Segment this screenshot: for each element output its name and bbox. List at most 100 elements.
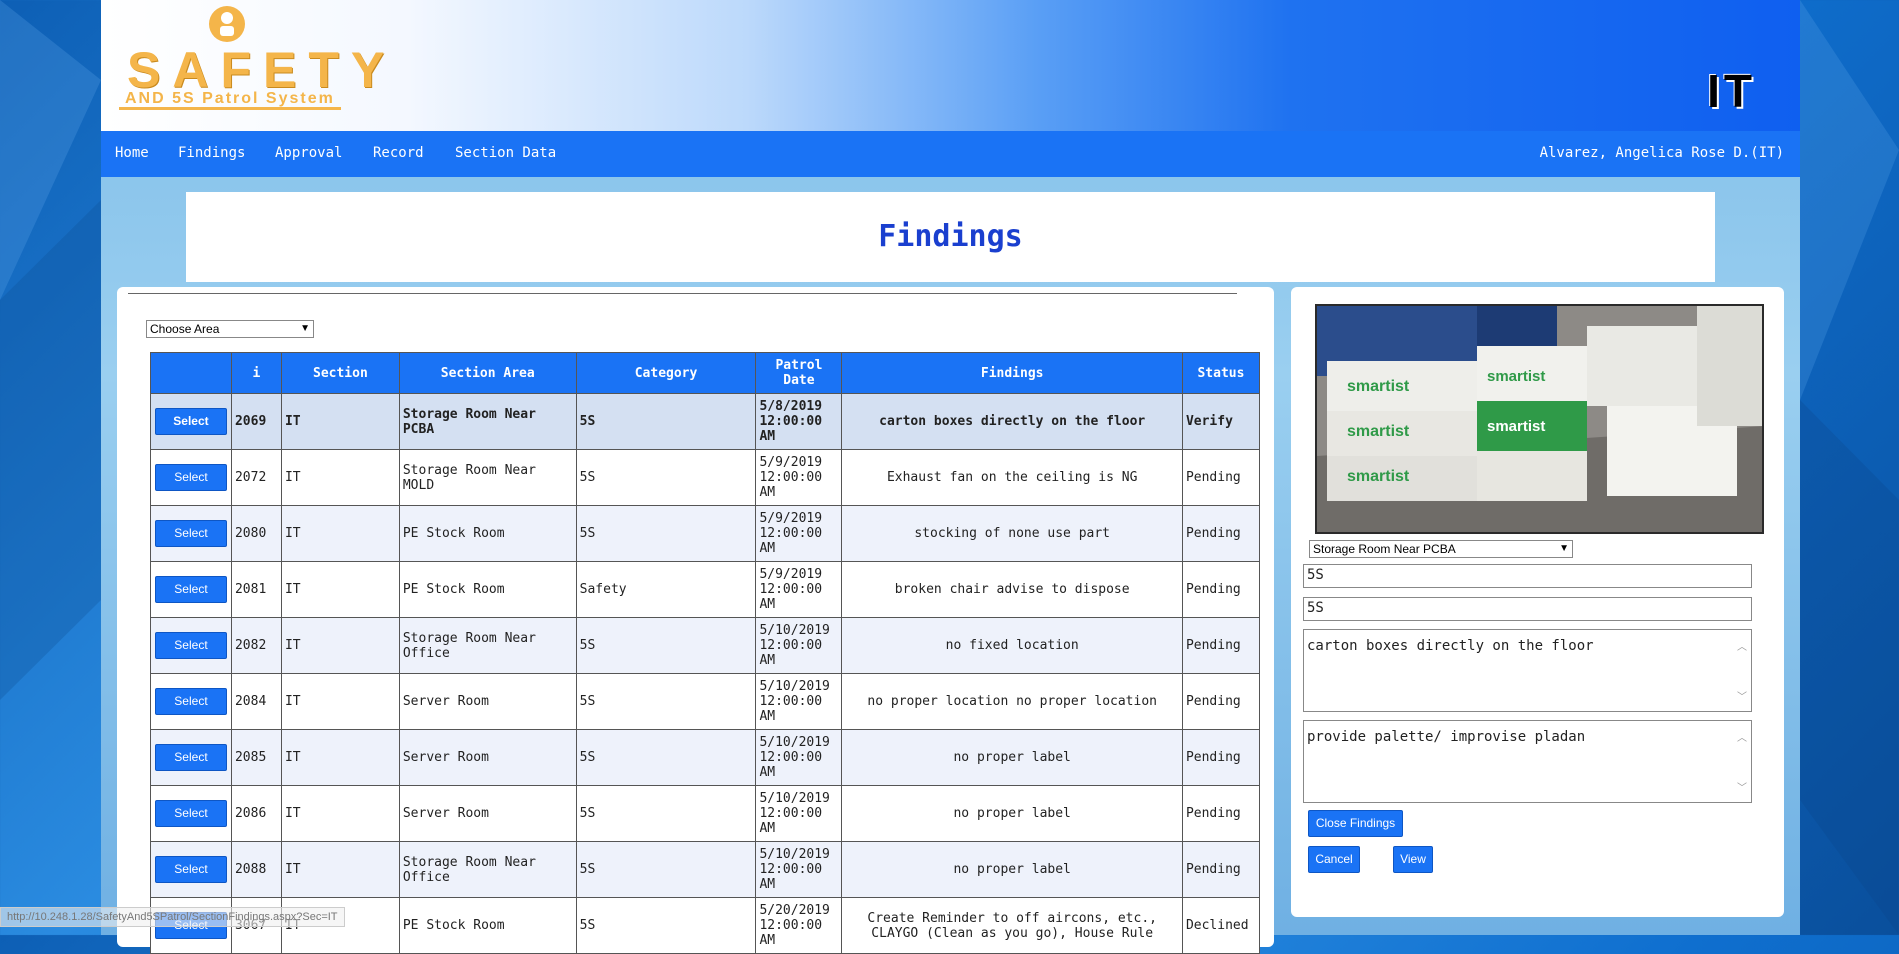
column-header-section-area: Section Area bbox=[398, 352, 577, 394]
box-label: smartist bbox=[1347, 423, 1410, 440]
row-area: Storage Room Near MOLD bbox=[398, 449, 577, 506]
select-button[interactable]: Select bbox=[154, 408, 227, 435]
row-date: 5/10/2019 12:00:00 AM bbox=[755, 617, 843, 674]
safety-badge-icon bbox=[209, 6, 245, 42]
column-header-status: Status bbox=[1181, 352, 1261, 394]
row-date: 5/9/2019 12:00:00 AM bbox=[755, 561, 843, 618]
column-header-category: Category bbox=[575, 352, 757, 394]
scroll-down-icon[interactable]: ﹀ bbox=[1737, 688, 1747, 703]
box-label: smartist bbox=[1487, 368, 1545, 385]
box-label: smartist bbox=[1347, 378, 1410, 395]
table-row: Select 2080 IT PE Stock Room 5S 5/9/2019… bbox=[150, 505, 1261, 562]
row-area: Server Room bbox=[398, 673, 577, 730]
app-logo: SAFETY AND 5S Patrol System bbox=[117, 4, 384, 112]
select-button[interactable]: Select bbox=[154, 520, 227, 547]
logo-underline bbox=[119, 107, 341, 110]
detail-area-select[interactable]: Storage Room Near PCBA ▼ bbox=[1309, 540, 1573, 558]
select-button[interactable]: Select bbox=[154, 464, 227, 491]
countermeasure-textarea[interactable]: provide palette/ improvise pladan ︿ ﹀ bbox=[1303, 720, 1752, 803]
row-date: 5/10/2019 12:00:00 AM bbox=[755, 673, 843, 730]
row-category: 5S bbox=[575, 505, 757, 562]
table-row: Select 2085 IT Server Room 5S 5/10/2019 … bbox=[150, 729, 1261, 786]
nav-record[interactable]: Record bbox=[373, 145, 424, 161]
row-category: 5S bbox=[575, 393, 757, 450]
select-button[interactable]: Select bbox=[154, 632, 227, 659]
table-row: Select 2072 IT Storage Room Near MOLD 5S… bbox=[150, 449, 1261, 506]
nav-section-data[interactable]: Section Data bbox=[455, 145, 556, 161]
view-button[interactable]: View bbox=[1393, 846, 1433, 873]
row-id: 2080 bbox=[230, 505, 282, 562]
row-id: 2085 bbox=[230, 729, 282, 786]
row-section: IT bbox=[280, 393, 400, 450]
chevron-down-icon: ▼ bbox=[1559, 543, 1569, 554]
row-section: IT bbox=[280, 841, 400, 898]
page-title: Findings bbox=[878, 219, 1023, 254]
row-category: 5S bbox=[575, 897, 757, 954]
row-category: 5S bbox=[575, 449, 757, 506]
select-button[interactable]: Select bbox=[154, 800, 227, 827]
row-id: 2088 bbox=[230, 841, 282, 898]
nav-approval[interactable]: Approval bbox=[275, 145, 342, 161]
row-id: 2081 bbox=[230, 561, 282, 618]
scroll-down-icon[interactable]: ﹀ bbox=[1737, 779, 1747, 794]
select-button[interactable]: Select bbox=[154, 744, 227, 771]
row-category: 5S bbox=[575, 841, 757, 898]
row-status: Pending bbox=[1181, 785, 1261, 842]
row-finding: Create Reminder to off aircons, etc., CL… bbox=[841, 897, 1183, 954]
detail-area-value: Storage Room Near PCBA bbox=[1313, 542, 1456, 556]
row-finding: carton boxes directly on the floor bbox=[841, 393, 1183, 450]
row-finding: stocking of none use part bbox=[841, 505, 1183, 562]
close-findings-button[interactable]: Close Findings bbox=[1308, 810, 1403, 837]
row-date: 5/8/2019 12:00:00 AM bbox=[755, 393, 843, 450]
row-area: Server Room bbox=[398, 729, 577, 786]
scroll-up-icon[interactable]: ︿ bbox=[1737, 638, 1747, 653]
findings-table: i Section Section Area Category Patrol D… bbox=[150, 352, 1261, 954]
row-status: Pending bbox=[1181, 841, 1261, 898]
nav-findings[interactable]: Findings bbox=[178, 145, 245, 161]
row-finding: no proper label bbox=[841, 841, 1183, 898]
table-row: Select 2084 IT Server Room 5S 5/10/2019 … bbox=[150, 673, 1261, 730]
area-filter-value: Choose Area bbox=[150, 322, 220, 336]
row-date: 5/10/2019 12:00:00 AM bbox=[755, 841, 843, 898]
column-header-id: i bbox=[230, 352, 282, 394]
department-label: IT bbox=[1707, 65, 1756, 117]
row-category: 5S bbox=[575, 617, 757, 674]
row-category: Safety bbox=[575, 561, 757, 618]
row-id: 2084 bbox=[230, 673, 282, 730]
select-button[interactable]: Select bbox=[154, 856, 227, 883]
row-status: Pending bbox=[1181, 673, 1261, 730]
cancel-button[interactable]: Cancel bbox=[1308, 846, 1360, 873]
select-button[interactable]: Select bbox=[154, 688, 227, 715]
area-filter-select[interactable]: Choose Area ▼ bbox=[146, 320, 314, 338]
box-label: smartist bbox=[1487, 418, 1545, 435]
row-status: Pending bbox=[1181, 617, 1261, 674]
category-field-2[interactable]: 5S bbox=[1303, 597, 1752, 621]
row-section: IT bbox=[280, 505, 400, 562]
current-user: Alvarez, Angelica Rose D.(IT) bbox=[1539, 145, 1784, 161]
table-header-row: i Section Section Area Category Patrol D… bbox=[150, 352, 1261, 394]
finding-textarea[interactable]: carton boxes directly on the floor ︿ ﹀ bbox=[1303, 629, 1752, 712]
row-status: Pending bbox=[1181, 561, 1261, 618]
row-status: Pending bbox=[1181, 449, 1261, 506]
row-section: IT bbox=[280, 561, 400, 618]
finding-photo: smartist smartist smartist smartist smar… bbox=[1315, 304, 1764, 534]
header-banner: SAFETY AND 5S Patrol System IT bbox=[101, 0, 1800, 131]
page-title-box: Findings bbox=[186, 192, 1715, 282]
category-field-1[interactable]: 5S bbox=[1303, 564, 1752, 588]
row-area: PE Stock Room bbox=[398, 561, 577, 618]
row-section: IT bbox=[280, 617, 400, 674]
table-row: Select 2088 IT Storage Room Near Office … bbox=[150, 841, 1261, 898]
column-header-section: Section bbox=[280, 352, 400, 394]
select-button[interactable]: Select bbox=[154, 576, 227, 603]
scroll-up-icon[interactable]: ︿ bbox=[1737, 729, 1747, 744]
row-area: PE Stock Room bbox=[398, 897, 577, 954]
row-category: 5S bbox=[575, 673, 757, 730]
nav-home[interactable]: Home bbox=[115, 145, 149, 161]
row-status: Pending bbox=[1181, 729, 1261, 786]
table-row: Select 2082 IT Storage Room Near Office … bbox=[150, 617, 1261, 674]
row-finding: no proper label bbox=[841, 729, 1183, 786]
column-header-patrol-date: Patrol Date bbox=[755, 352, 843, 394]
countermeasure-text: provide palette/ improvise pladan bbox=[1307, 729, 1586, 745]
table-row: Select 2081 IT PE Stock Room Safety 5/9/… bbox=[150, 561, 1261, 618]
box-label: smartist bbox=[1347, 468, 1410, 485]
